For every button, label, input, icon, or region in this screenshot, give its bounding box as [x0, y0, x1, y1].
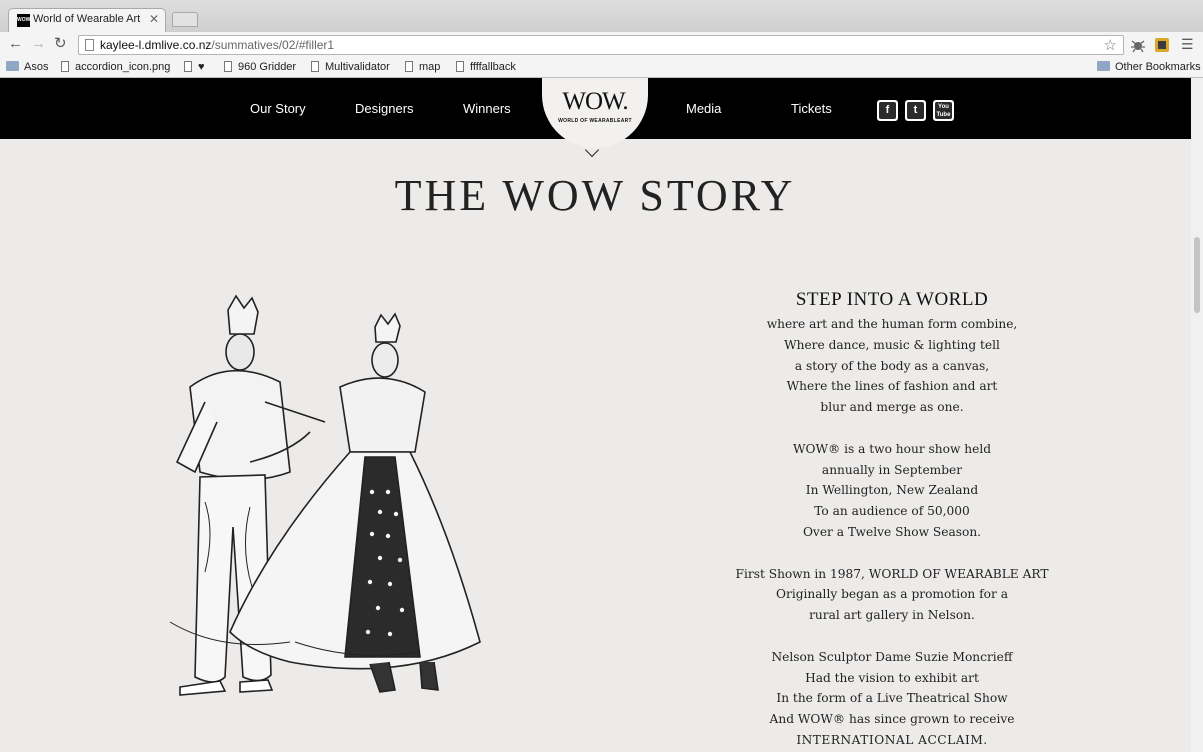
bookmark-label: Multivalidator — [325, 61, 390, 73]
browser-tab[interactable]: WOW World of Wearable Art ✕ — [8, 8, 166, 32]
page-icon — [405, 61, 413, 72]
nav-our-story[interactable]: Our Story — [250, 101, 306, 116]
costumed-performers-image — [169, 294, 481, 696]
story-line: Where the lines of fashion and art — [786, 379, 998, 394]
page-icon — [184, 61, 192, 72]
story-line: Originally began as a promotion for a — [776, 587, 1008, 602]
facebook-icon: f — [879, 102, 896, 119]
bookmark-label: Other Bookmarks — [1115, 61, 1201, 73]
nav-winners[interactable]: Winners — [463, 101, 511, 116]
bookmark-label: ♥ — [198, 61, 205, 73]
bookmark-asos[interactable]: Asos — [6, 61, 48, 73]
bookmark-ffffallback[interactable]: ffffallback — [456, 61, 516, 73]
extension-photo-icon[interactable] — [1154, 37, 1170, 53]
youtube-button[interactable]: You Tube — [933, 100, 954, 121]
story-line: Nelson Sculptor Dame Suzie Moncrieff — [771, 649, 1013, 664]
story-line: a story of the body as a canvas, — [794, 358, 990, 373]
story-paragraph: First Shown in 1987, WORLD OF WEARABLE A… — [692, 564, 1092, 626]
bookmark-label: accordion_icon.png — [75, 61, 171, 73]
story-line: Where dance, music & lighting tell — [784, 337, 1000, 352]
browser-tabstrip: WOW World of Wearable Art ✕ — [0, 0, 1203, 32]
bookmarks-bar: Asos accordion_icon.png ♥ 960 Gridder Mu… — [0, 58, 1203, 78]
wow-favicon-icon: WOW — [17, 14, 30, 27]
bookmark-accordion-icon[interactable]: accordion_icon.png — [61, 61, 170, 73]
story-line: In the form of a Live Theatrical Show — [776, 691, 1008, 706]
nav-media[interactable]: Media — [686, 101, 721, 116]
nav-tickets[interactable]: Tickets — [791, 101, 832, 116]
step-heading: STEP INTO A WORLD — [795, 289, 989, 310]
url-path: /summatives/02/#filler1 — [211, 38, 335, 52]
bookmark-map[interactable]: map — [405, 61, 440, 73]
page-icon — [224, 61, 232, 72]
twitter-button[interactable]: t — [905, 100, 926, 121]
page-scrollbar[interactable] — [1191, 78, 1203, 752]
twitter-icon: t — [907, 102, 924, 119]
address-bar[interactable]: kaylee-l.dmlive.co.nz/summatives/02/#fil… — [78, 35, 1124, 55]
facebook-button[interactable]: f — [877, 100, 898, 121]
url-text[interactable]: kaylee-l.dmlive.co.nz/summatives/02/#fil… — [100, 38, 334, 52]
story-line: First Shown in 1987, WORLD OF WEARABLE A… — [735, 566, 1049, 581]
bookmark-label: 960 Gridder — [238, 61, 297, 73]
url-host: kaylee-l.dmlive.co.nz — [100, 38, 212, 52]
nav-designers[interactable]: Designers — [355, 101, 414, 116]
story-line: where art and the human form combine, — [766, 317, 1018, 331]
folder-icon — [6, 61, 19, 71]
story-line: To an audience of 50,000 — [814, 504, 970, 519]
bookmark-heart[interactable]: ♥ — [184, 61, 205, 73]
other-bookmarks[interactable]: Other Bookmarks — [1097, 61, 1201, 73]
bookmark-star-icon[interactable]: ☆ — [1104, 36, 1117, 54]
story-line: Had the vision to exhibit art — [805, 670, 979, 685]
story-line: And WOW® has since grown to receive — [769, 712, 1015, 727]
page-icon — [61, 61, 69, 72]
scrollbar-thumb[interactable] — [1194, 237, 1200, 313]
bookmark-label: map — [419, 61, 441, 73]
page-title: THE WOW STORY — [394, 171, 796, 220]
bookmark-label: Asos — [24, 61, 49, 73]
logo-text: WOW. — [562, 88, 628, 115]
bookmark-960-gridder[interactable]: 960 Gridder — [224, 61, 296, 73]
page-icon — [311, 61, 319, 72]
extension-bug-icon[interactable] — [1130, 37, 1146, 53]
story-paragraph: Nelson Sculptor Dame Suzie Moncrieff Had… — [692, 647, 1092, 751]
folder-icon — [1097, 61, 1110, 71]
story-line: rural art gallery in Nelson. — [809, 608, 975, 623]
story-line: annually in September — [821, 462, 963, 477]
logo-subtitle: WORLD OF WEARABLEART — [558, 118, 632, 124]
page-icon — [456, 61, 464, 72]
story-line: WOW® is a two hour show held — [792, 441, 992, 456]
story-line: Over a Twelve Show Season. — [802, 524, 982, 539]
close-tab-icon[interactable]: ✕ — [149, 12, 159, 26]
bookmark-label: ffffallback — [470, 61, 516, 73]
forward-arrow-icon[interactable]: → — [31, 36, 46, 52]
youtube-icon: You Tube — [935, 102, 952, 119]
story-text: STEP INTO A WORLD where art and the huma… — [692, 286, 1092, 752]
story-paragraph: WOW® is a two hour show held annually in… — [692, 439, 1092, 543]
page-icon — [85, 39, 94, 51]
back-arrow-icon[interactable]: ← — [8, 36, 23, 52]
story-line: blur and merge as one. — [820, 400, 964, 415]
menu-icon[interactable]: ☰ — [1181, 36, 1194, 52]
new-tab-button[interactable] — [172, 12, 198, 27]
story-line: In Wellington, New Zealand — [805, 483, 979, 498]
story-line: INTERNATIONAL ACCLAIM. — [796, 732, 988, 747]
bookmark-multivalidator[interactable]: Multivalidator — [311, 61, 390, 73]
browser-toolbar: ← → ↻ kaylee-l.dmlive.co.nz/summatives/0… — [0, 32, 1203, 58]
story-paragraph: where art and the human form combine, Wh… — [692, 314, 1092, 418]
tab-title: World of Wearable Art — [33, 13, 141, 25]
page-viewport: Our Story Designers Winners Media Ticket… — [0, 78, 1203, 752]
reload-icon[interactable]: ↻ — [54, 36, 67, 52]
